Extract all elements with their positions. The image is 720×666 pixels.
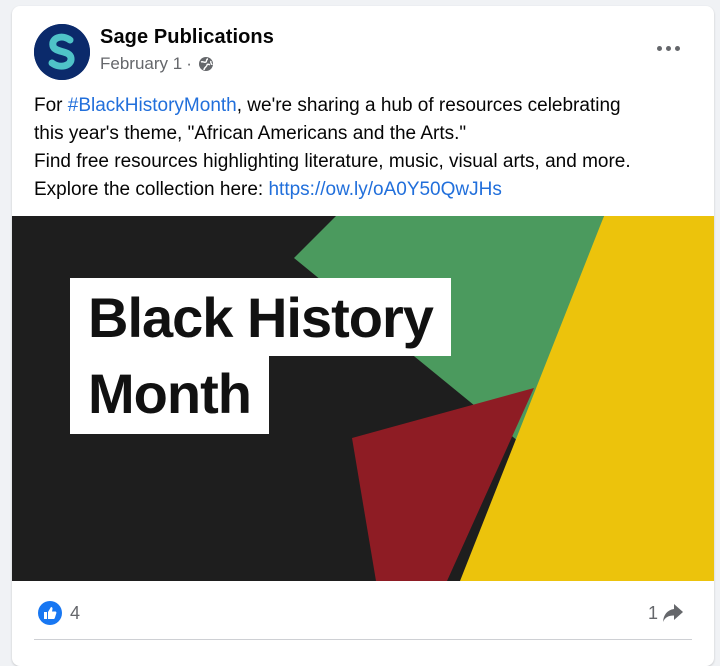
- text-fragment: Explore the collection here:: [34, 179, 269, 200]
- globe-icon: [198, 57, 213, 71]
- share-icon[interactable]: [662, 603, 684, 623]
- image-title-line-1: Black History: [70, 278, 451, 356]
- collection-link[interactable]: https://ow.ly/oA0Y50QwJHs: [268, 179, 501, 200]
- dot-icon: [674, 45, 680, 51]
- dot-icon: [665, 45, 671, 51]
- footer-divider: [34, 639, 692, 640]
- post-date[interactable]: February 1: [100, 54, 182, 74]
- text-fragment: For: [34, 95, 68, 116]
- post-header: Sage Publications February 1 ·: [12, 6, 714, 82]
- text-fragment: , we're sharing a hub of resources celeb…: [236, 95, 621, 116]
- image-title-line-2: Month: [70, 356, 269, 434]
- hashtag-link[interactable]: #BlackHistoryMonth: [68, 95, 237, 116]
- post-text-line-4: Explore the collection here: https://ow.…: [34, 176, 694, 204]
- like-icon: [44, 607, 57, 619]
- page-avatar[interactable]: [34, 24, 90, 80]
- post-meta: February 1 ·: [100, 54, 214, 74]
- post-text-line-3: Find free resources highlighting literat…: [34, 151, 631, 172]
- meta-separator: ·: [186, 54, 192, 73]
- post-text-line-2: this year's theme, "African Americans an…: [34, 123, 467, 144]
- like-count[interactable]: 4: [70, 603, 80, 624]
- more-options-button[interactable]: [650, 36, 686, 60]
- post-text: For #BlackHistoryMonth, we're sharing a …: [34, 92, 694, 204]
- sage-logo-icon: [34, 24, 90, 80]
- post-image[interactable]: Black History Month: [12, 216, 714, 581]
- page-name[interactable]: Sage Publications: [100, 26, 274, 49]
- dot-icon: [656, 45, 662, 51]
- share-count[interactable]: 1: [648, 603, 658, 624]
- post-footer: 4 1: [12, 581, 714, 651]
- post-card: Sage Publications February 1 · For #Blac…: [12, 6, 714, 666]
- like-reaction-icon[interactable]: [38, 601, 62, 625]
- post-text-line-1: For #BlackHistoryMonth, we're sharing a …: [34, 92, 694, 120]
